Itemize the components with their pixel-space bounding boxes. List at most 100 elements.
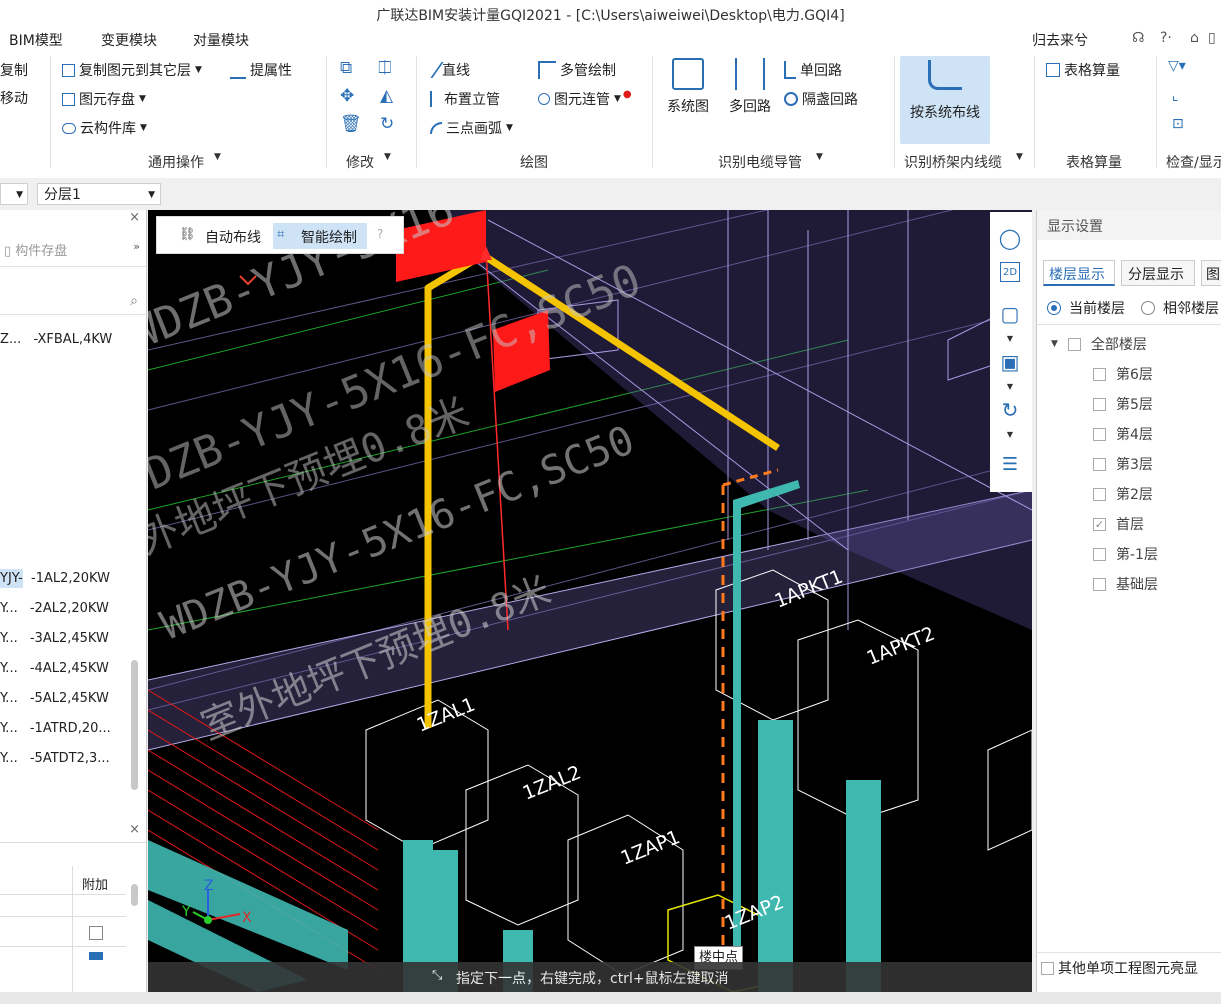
floor-item[interactable]: 基础层 (1093, 574, 1158, 594)
radio-unselected-icon (1141, 301, 1155, 315)
list-item[interactable]: Y... -5AL2,45KW (0, 686, 130, 712)
layer-combo[interactable]: 分层1 ▼ (37, 183, 161, 205)
extra-checkbox[interactable] (89, 926, 103, 940)
list-item-name: -1AL2,20KW (31, 571, 110, 586)
all-floors-item[interactable]: ▼ 全部楼层 (1051, 334, 1147, 354)
riser-button[interactable]: 布置立管 (430, 89, 500, 109)
line-button[interactable]: 直线 (424, 60, 470, 80)
headset-icon[interactable]: ☊ (1132, 30, 1144, 46)
floor-checkbox[interactable] (1093, 547, 1106, 561)
element-connect-label: 图元连管 (554, 92, 610, 108)
inspect-icon[interactable]: ⊡ (1172, 116, 1184, 132)
list-item[interactable]: Y... -5ATDT2,3... (0, 746, 130, 772)
multi-pipe-button[interactable]: 多管绘制 (538, 60, 616, 80)
move-button[interactable]: 移动 (0, 88, 28, 108)
route-by-system-button[interactable]: 按系统布线 (900, 56, 990, 144)
auto-route-button[interactable]: 自动布线 (205, 227, 261, 247)
extra-checkbox-checked[interactable] (89, 952, 103, 960)
radio-current-floor[interactable]: 当前楼层 (1047, 298, 1125, 318)
rotate-icon[interactable]: ↻ (380, 114, 394, 134)
floor-item[interactable]: 第2层 (1093, 484, 1153, 504)
tab-more[interactable]: 图 (1201, 260, 1221, 286)
chevron-down-icon: ▼ (384, 152, 391, 162)
status-bar (0, 992, 1221, 1004)
move-cross-icon[interactable]: ✥ (340, 86, 354, 106)
help-icon[interactable]: ?· (1160, 30, 1172, 46)
multi-circuit-button[interactable]: 多回路 (722, 58, 778, 116)
element-connect-button[interactable]: 图元连管 ▼ ● (538, 89, 632, 109)
flip-icon[interactable]: ◭ (380, 86, 393, 106)
menu-change-module[interactable]: 变更模块 (101, 30, 157, 50)
save-element-button[interactable]: 图元存盘 ▼ (62, 89, 146, 109)
search-icon[interactable]: ⌕ (130, 293, 138, 309)
chevron-down-icon[interactable]: ▼ (994, 418, 1026, 450)
all-floors-checkbox[interactable] (1067, 337, 1081, 351)
floor-item[interactable]: 第4层 (1093, 424, 1153, 444)
floor-item[interactable]: 第-1层 (1093, 544, 1158, 564)
list-item[interactable]: Y... -1ATRD,20... (0, 716, 130, 742)
expand-icon[interactable]: » (133, 240, 140, 253)
scrollbar[interactable] (131, 660, 138, 790)
orbit-icon[interactable]: ◯ (994, 222, 1026, 254)
mirror-icon[interactable]: ⎅ (378, 58, 392, 78)
list-item-name: -2AL2,20KW (29, 601, 109, 616)
shirt-icon[interactable]: ⌂ (1190, 30, 1199, 46)
single-circuit-button[interactable]: 单回路 (784, 60, 842, 80)
floor-checkbox[interactable] (1093, 367, 1106, 381)
filter-icon[interactable]: ▽▾ (1168, 58, 1186, 74)
floor-combo-left[interactable]: ▼ (0, 183, 28, 205)
cloud-library-label: 云构件库 (80, 121, 136, 137)
floor-label: 第5层 (1116, 397, 1153, 413)
floor-checkbox[interactable] (1093, 427, 1106, 441)
highlight-other-projects[interactable]: 其他单项工程图元亮显 (1041, 958, 1198, 978)
cloud-library-button[interactable]: 云构件库 ▼ (62, 118, 147, 138)
help-icon[interactable]: ? (377, 227, 383, 241)
component-search[interactable]: ⌕ (0, 290, 146, 315)
close-icon[interactable]: × (129, 822, 140, 837)
copy-button[interactable]: 复制 (0, 60, 28, 80)
component-save-tab[interactable]: ▯ 构件存盘 (4, 240, 67, 259)
highlight-checkbox[interactable] (1041, 961, 1054, 975)
pipe (758, 720, 793, 992)
scrollbar[interactable] (131, 884, 138, 906)
floor-checkbox[interactable] (1093, 577, 1106, 591)
radio-adjacent-floor[interactable]: 相邻楼层 (1141, 298, 1219, 318)
floor-checkbox-checked[interactable]: ✓ (1093, 517, 1106, 531)
3d-viewport[interactable]: Z X Y WDZB-YJY-5X16-FC,SC50 WDZB-YJY-5X1… (148, 210, 1032, 992)
list-item[interactable]: Y... -4AL2,45KW (0, 656, 130, 682)
menu-reconcile-module[interactable]: 对量模块 (193, 30, 249, 50)
close-icon[interactable]: × (129, 210, 140, 225)
x-label: X (242, 910, 252, 926)
user-name[interactable]: 归去来兮 (1032, 30, 1088, 50)
three-point-arc-button[interactable]: 三点画弧 ▼ (430, 118, 513, 138)
floor-checkbox[interactable] (1093, 487, 1106, 501)
table-calc-label: 表格算量 (1064, 63, 1120, 79)
system-diagram-button[interactable]: 系统图 (660, 58, 716, 116)
2d-view-icon[interactable]: 2D (1000, 262, 1020, 282)
skip-circuit-button[interactable]: 隔盏回路 (784, 89, 858, 109)
floor-item[interactable]: 第6层 (1093, 364, 1153, 384)
smart-draw-button[interactable]: ⌗ 智能绘制 (273, 223, 367, 249)
view-list-icon[interactable]: ☰ (994, 448, 1026, 480)
tab-layer-display[interactable]: 分层显示 (1121, 260, 1195, 286)
tab-floor-display[interactable]: 楼层显示 (1043, 260, 1115, 286)
list-item-selected[interactable]: YJY- -1AL2,20KW (0, 566, 130, 592)
list-item[interactable]: Z... -XFBAL,4KW (0, 327, 130, 353)
floor-item[interactable]: ✓ 首层 (1093, 514, 1144, 534)
check-icon[interactable]: ⌞ (1172, 88, 1179, 104)
menu-bim-model[interactable]: BIM模型 (9, 30, 63, 50)
list-item[interactable]: Y... -3AL2,45KW (0, 626, 130, 652)
floor-checkbox[interactable] (1093, 457, 1106, 471)
3d-scene: Z X Y WDZB-YJY-5X16-FC,SC50 WDZB-YJY-5X1… (148, 210, 1032, 992)
floor-checkbox[interactable] (1093, 397, 1106, 411)
more-icon[interactable]: ▯ (1208, 30, 1216, 46)
floor-item[interactable]: 第5层 (1093, 394, 1153, 414)
list-item[interactable]: Y... -2AL2,20KW (0, 596, 130, 622)
table-calc-button[interactable]: 表格算量 (1046, 60, 1120, 80)
list-item-prefix: Y... (0, 721, 18, 736)
delete-icon[interactable]: 🗑 (340, 114, 362, 134)
floor-item[interactable]: 第3层 (1093, 454, 1153, 474)
copy-shape-icon[interactable]: ⧉ (340, 58, 352, 78)
extract-attr-button[interactable]: 提属性 (230, 60, 292, 80)
copy-to-floor-button[interactable]: 复制图元到其它层 ▼ (62, 60, 202, 80)
